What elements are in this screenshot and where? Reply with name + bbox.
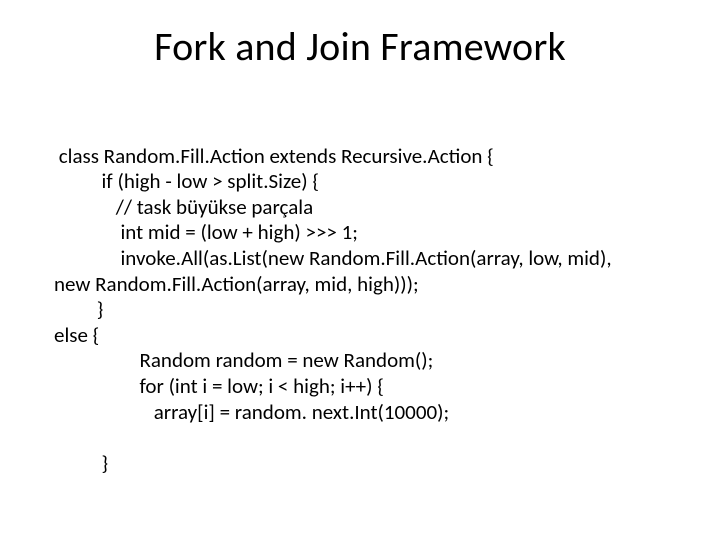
code-line: for (int i = low; i < high; i++) { <box>54 373 384 399</box>
code-line: invoke.All(as.List(new Random.Fill.Actio… <box>54 245 612 271</box>
code-line: } <box>54 296 103 322</box>
code-line: Random random = new Random(); <box>54 347 433 373</box>
code-line: new Random.Fill.Action(array, mid, high)… <box>54 271 419 297</box>
slide: Fork and Join Framework class Random.Fil… <box>0 0 720 540</box>
code-line: array[i] = random. next.Int(10000); <box>54 399 449 425</box>
code-line: // task büyükse parçala <box>54 194 313 220</box>
code-line: else { <box>54 322 99 348</box>
slide-title: Fork and Join Framework <box>0 22 720 71</box>
code-line: class Random.Fill.Action extends Recursi… <box>54 143 494 169</box>
code-line: int mid = (low + high) >>> 1; <box>54 219 358 245</box>
code-line: if (high - low > split.Size) { <box>54 168 319 194</box>
code-line: } <box>54 450 108 476</box>
code-block: class Random.Fill.Action extends Recursi… <box>54 118 674 502</box>
